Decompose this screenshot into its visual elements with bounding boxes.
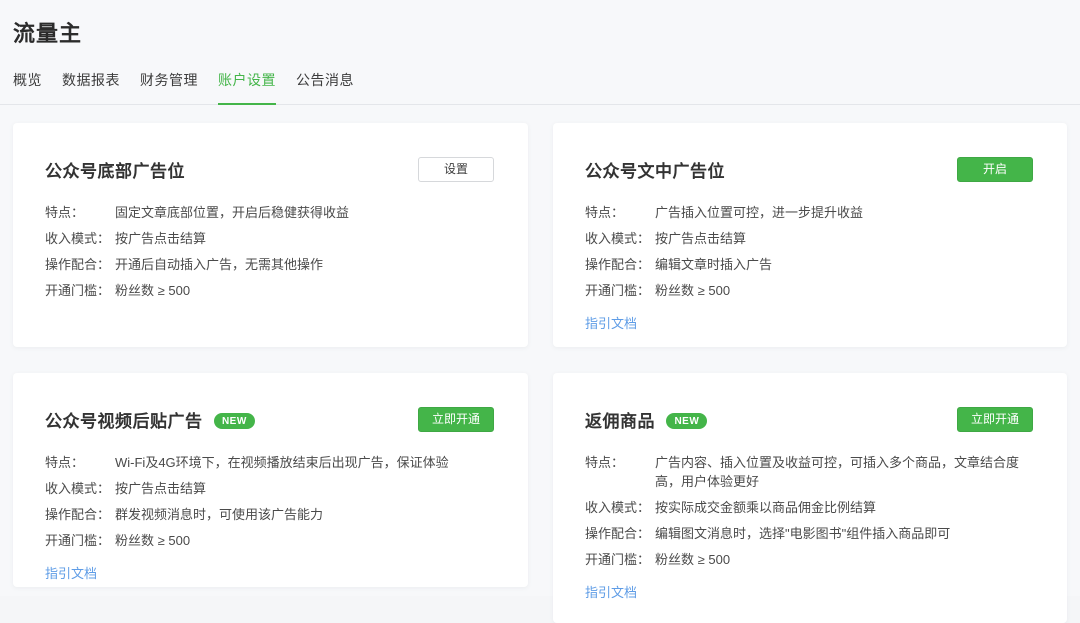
tab-account-settings[interactable]: 账户设置 xyxy=(218,60,276,105)
tab-data-report[interactable]: 数据报表 xyxy=(62,60,120,105)
card-header: 公众号底部广告位 设置 xyxy=(45,157,494,182)
card-title: 公众号视频后贴广告 xyxy=(45,412,203,431)
card-in-article-ad-slot: 公众号文中广告位 开启 特点： 广告插入位置可控，进一步提升收益 收入模式： 按… xyxy=(553,123,1067,347)
income-mode-row: 收入模式： 按实际成交金额乘以商品佣金比例结算 xyxy=(585,498,1033,517)
page-title: 流量主 xyxy=(13,16,82,48)
card-title: 公众号文中广告位 xyxy=(585,157,725,182)
traffic-master-page: 流量主 概览 数据报表 财务管理 账户设置 公告消息 公众号底部广告位 设置 特… xyxy=(0,0,1080,596)
tab-finance[interactable]: 财务管理 xyxy=(140,60,198,105)
threshold-row: 开通门槛： 粉丝数 ≥ 500 xyxy=(45,531,494,550)
threshold-row: 开通门槛： 粉丝数 ≥ 500 xyxy=(585,281,1033,300)
operation-row: 操作配合： 群发视频消息时，可使用该广告能力 xyxy=(45,505,494,524)
card-title-group: 返佣商品 NEW xyxy=(585,407,707,432)
activate-now-button[interactable]: 立即开通 xyxy=(418,407,494,432)
settings-button[interactable]: 设置 xyxy=(418,157,494,182)
tab-overview[interactable]: 概览 xyxy=(13,60,42,105)
threshold-row: 开通门槛： 粉丝数 ≥ 500 xyxy=(45,281,494,300)
guide-doc-link[interactable]: 指引文档 xyxy=(45,563,97,582)
income-mode-row: 收入模式： 按广告点击结算 xyxy=(585,229,1033,248)
enable-button[interactable]: 开启 xyxy=(957,157,1033,182)
tab-announcements[interactable]: 公告消息 xyxy=(296,60,354,105)
activate-now-button[interactable]: 立即开通 xyxy=(957,407,1033,432)
card-header: 公众号文中广告位 开启 xyxy=(585,157,1033,182)
operation-row: 操作配合： 编辑文章时插入广告 xyxy=(585,255,1033,274)
operation-row: 操作配合： 开通后自动插入广告，无需其他操作 xyxy=(45,255,494,274)
guide-doc-link[interactable]: 指引文档 xyxy=(585,313,637,332)
feature-row: 特点： Wi-Fi及4G环境下，在视频播放结束后出现广告，保证体验 xyxy=(45,453,494,472)
card-header: 返佣商品 NEW 立即开通 xyxy=(585,407,1033,432)
operation-row: 操作配合： 编辑图文消息时，选择"电影图书"组件插入商品即可 xyxy=(585,524,1033,543)
guide-doc-link[interactable]: 指引文档 xyxy=(585,582,637,601)
card-title: 返佣商品 xyxy=(585,412,655,431)
feature-row: 特点： 广告内容、插入位置及收益可控，可插入多个商品，文章结合度高，用户体验更好 xyxy=(585,453,1033,491)
card-bottom-ad-slot: 公众号底部广告位 设置 特点： 固定文章底部位置，开启后稳健获得收益 收入模式：… xyxy=(13,123,528,347)
new-badge: NEW xyxy=(214,413,255,429)
income-mode-row: 收入模式： 按广告点击结算 xyxy=(45,479,494,498)
feature-row: 特点： 固定文章底部位置，开启后稳健获得收益 xyxy=(45,203,494,222)
new-badge: NEW xyxy=(666,413,707,429)
income-mode-row: 收入模式： 按广告点击结算 xyxy=(45,229,494,248)
card-title: 公众号底部广告位 xyxy=(45,157,185,182)
card-commission-products: 返佣商品 NEW 立即开通 特点： 广告内容、插入位置及收益可控，可插入多个商品… xyxy=(553,373,1067,623)
feature-row: 特点： 广告插入位置可控，进一步提升收益 xyxy=(585,203,1033,222)
tab-bar: 概览 数据报表 财务管理 账户设置 公告消息 xyxy=(0,60,1080,105)
card-title-group: 公众号视频后贴广告 NEW xyxy=(45,407,255,432)
card-header: 公众号视频后贴广告 NEW 立即开通 xyxy=(45,407,494,432)
threshold-row: 开通门槛： 粉丝数 ≥ 500 xyxy=(585,550,1033,569)
card-video-postroll-ad: 公众号视频后贴广告 NEW 立即开通 特点： Wi-Fi及4G环境下，在视频播放… xyxy=(13,373,528,587)
